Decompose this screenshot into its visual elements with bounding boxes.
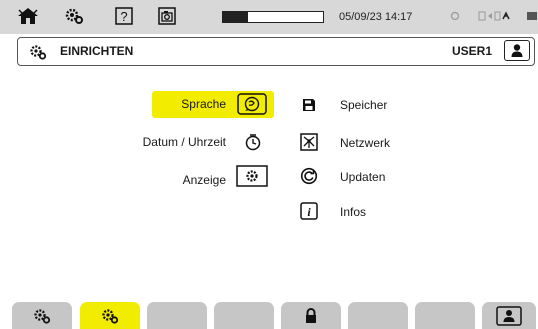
menu-item-label: Netzwerk <box>340 136 391 150</box>
lock-icon <box>306 307 316 323</box>
connection-icons <box>477 5 517 27</box>
user-icon <box>496 305 522 326</box>
tab-user[interactable] <box>482 302 536 329</box>
camera-icon[interactable] <box>156 5 178 27</box>
menu-item-label: Speicher <box>340 98 388 112</box>
header-panel: EINRICHTEN USER1 <box>17 37 535 66</box>
language-icon <box>237 93 267 115</box>
user-button[interactable] <box>504 40 530 61</box>
record-indicator-icon <box>447 5 463 27</box>
settings-icon <box>34 308 51 324</box>
info-icon: i <box>299 201 319 221</box>
user-icon <box>511 44 523 57</box>
battery-icon <box>525 5 538 27</box>
display-settings-icon <box>236 165 268 187</box>
progress-fill <box>223 12 248 22</box>
menu-item-label: Datum / Uhrzeit <box>142 135 226 149</box>
svg-text:?: ? <box>120 9 127 24</box>
menu-item-label: Infos <box>340 205 367 219</box>
tab-settings[interactable] <box>12 302 72 329</box>
memory-icon <box>301 97 317 113</box>
tab-empty-3[interactable] <box>147 302 207 329</box>
tab-settings-active[interactable] <box>80 302 140 329</box>
user-label: USER1 <box>451 44 492 58</box>
tab-empty-4[interactable] <box>214 302 274 329</box>
menu-item-label: Anzeige <box>182 173 226 187</box>
settings-icon <box>28 43 48 60</box>
tab-empty-6[interactable] <box>348 302 408 329</box>
page-title: EINRICHTEN <box>60 44 134 58</box>
status-bar: ? 05/09/23 14:17 <box>0 0 538 34</box>
tab-lock[interactable] <box>281 302 341 329</box>
tab-empty-7[interactable] <box>415 302 475 329</box>
progress-bar <box>222 11 324 23</box>
help-icon[interactable]: ? <box>113 5 135 27</box>
network-icon <box>299 132 319 152</box>
svg-text:i: i <box>307 205 311 219</box>
settings-icon <box>102 308 119 324</box>
settings-gears-icon[interactable] <box>60 5 88 27</box>
menu-item-label: Updaten <box>340 170 386 184</box>
clock-icon <box>243 132 263 152</box>
menu-item-label: Sprache <box>181 97 226 111</box>
home-icon[interactable] <box>14 5 42 27</box>
datetime: 05/09/23 14:17 <box>339 11 413 23</box>
update-icon <box>299 166 319 186</box>
bottom-tab-bar <box>0 302 538 329</box>
